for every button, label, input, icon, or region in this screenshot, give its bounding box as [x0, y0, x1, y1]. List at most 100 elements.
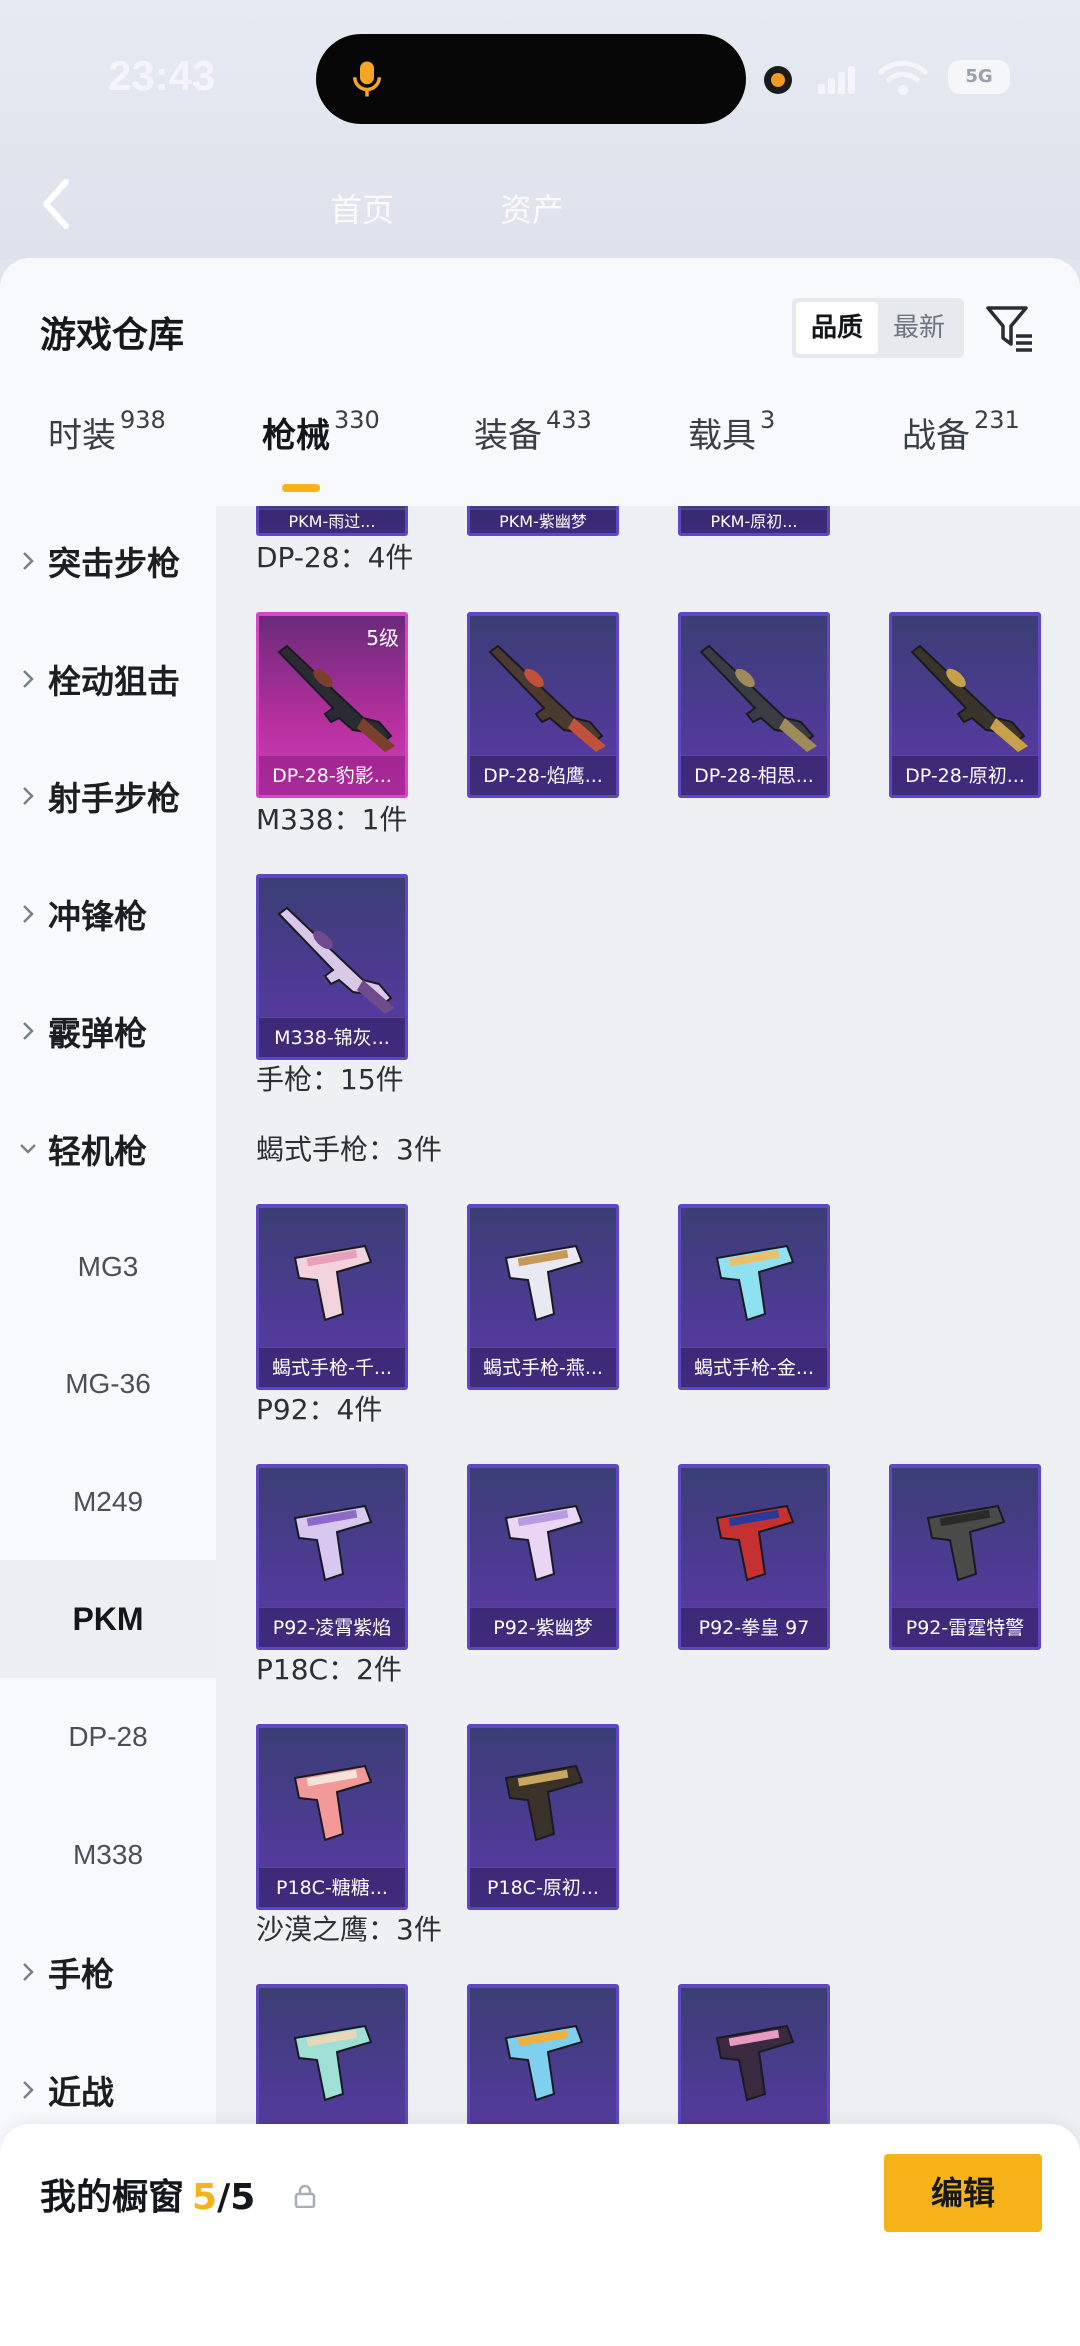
chevron-right-icon	[23, 787, 34, 806]
status-bar: 23:43 5G 首页 资产	[0, 0, 1080, 260]
showcase-label: 我的橱窗	[40, 2177, 185, 2218]
tab-label: 时装	[48, 416, 116, 456]
filter-icon[interactable]	[984, 302, 1036, 354]
weapon-card[interactable]: P92-紫幽梦	[467, 1464, 619, 1650]
weapon-card-name: M338-锦灰...	[259, 1017, 405, 1057]
tab-count: 433	[546, 406, 592, 434]
back-arrow-icon[interactable]	[36, 176, 76, 232]
tab-count: 938	[120, 406, 166, 434]
wifi-icon	[878, 60, 928, 95]
category-tabs: 时装 938 枪械 330 装备 433 载具 3 战备 231	[0, 406, 1080, 498]
sheet-title: 游戏仓库	[40, 315, 185, 356]
sidebar-item-label: MG-36	[65, 1368, 151, 1400]
weapon-card[interactable]: 蝎式手枪-千...	[256, 1204, 408, 1390]
showcase-separator: /	[217, 2177, 231, 2218]
weapon-card-name: DP-28-原初...	[892, 755, 1038, 795]
tab-supplies[interactable]: 战备 231	[902, 406, 1020, 498]
signal-icon	[818, 66, 855, 94]
weapon-card[interactable]: 5级 DP-28-豹影...	[256, 612, 408, 798]
weapon-card[interactable]: P92-凌霄紫焰	[256, 1464, 408, 1650]
tab-vehicles[interactable]: 载具 3	[688, 406, 775, 498]
pistol-image	[504, 2024, 584, 2102]
tab-count: 330	[334, 406, 380, 434]
chevron-right-icon	[23, 904, 34, 923]
sidebar-item-label: 霰弹枪	[48, 1014, 147, 1054]
weapon-card[interactable]: 蝎式手枪-金...	[678, 1204, 830, 1390]
weapon-card-name: P92-雷霆特警	[892, 1607, 1038, 1647]
weapon-level-badge: 5级	[366, 626, 399, 650]
sidebar-item-label: DP-28	[68, 1721, 148, 1752]
edit-button[interactable]: 编辑	[884, 2154, 1042, 2232]
sidebar-category[interactable]: 射手步枪	[0, 737, 216, 855]
tab-label: 枪械	[262, 416, 330, 456]
microphone-icon	[353, 61, 381, 97]
warehouse-sheet: 游戏仓库 品质 最新 时装 938 枪械 330 装备 433 载具 3 战备 231 突…	[0, 258, 1080, 2346]
weapon-card[interactable]: P92-雷霆特警	[889, 1464, 1041, 1650]
weapon-card-name: P92-凌霄紫焰	[259, 1607, 405, 1647]
sidebar-item-label: 栓动狙击	[48, 661, 180, 701]
sheet-header: 游戏仓库 品质 最新 时装 938 枪械 330 装备 433 载具 3 战备 231	[0, 258, 1080, 506]
sidebar-subitem[interactable]: M249	[0, 1443, 216, 1561]
weapon-card[interactable]: PKM-紫幽梦	[467, 506, 619, 536]
background-nav-item: 首页	[330, 191, 395, 229]
weapon-card[interactable]: PKM-原初...	[678, 506, 830, 536]
sidebar-subitem[interactable]: M338	[0, 1796, 216, 1914]
sidebar-subitem[interactable]: PKM	[0, 1560, 216, 1679]
weapon-card[interactable]: PKM-雨过...	[256, 506, 408, 536]
pistol-image	[504, 1764, 584, 1842]
section-title: DP-28：4件	[256, 541, 414, 574]
weapon-card[interactable]: 蝎式手枪-燕...	[467, 1204, 619, 1390]
chevron-down-icon	[20, 1144, 36, 1154]
weapon-type-sidebar: 突击步枪 栓动狙击 射手步枪 冲锋枪 霰弹枪 轻机枪 MG3 MG-36 M249 PKM DP-2…	[0, 506, 216, 2346]
sidebar-category[interactable]: 轻机枪	[0, 1090, 216, 1208]
weapon-card[interactable]: M338-锦灰...	[256, 874, 408, 1060]
chevron-right-icon	[23, 1022, 34, 1041]
pistol-image	[293, 2024, 373, 2102]
tab-equipment[interactable]: 装备 433	[474, 406, 592, 498]
pistol-image	[715, 1244, 795, 1322]
tab-fashion[interactable]: 时装 938	[48, 406, 166, 498]
tab-firearms[interactable]: 枪械 330	[262, 406, 380, 498]
sidebar-item-label: M249	[72, 1485, 144, 1517]
active-tab-indicator	[282, 484, 320, 492]
pistol-image	[293, 1764, 373, 1842]
sidebar-item-label: MG3	[77, 1250, 139, 1282]
sidebar-item-label: 冲锋枪	[48, 896, 147, 936]
status-time: 23:43	[108, 52, 216, 99]
sidebar-category[interactable]: 手枪	[0, 1913, 216, 2031]
showcase-total: 5	[230, 2177, 256, 2218]
pistol-image	[715, 1504, 795, 1582]
weapon-card-name: 蝎式手枪-金...	[681, 1347, 827, 1387]
sidebar-subitem[interactable]: MG-36	[0, 1325, 216, 1443]
sort-option-quality[interactable]: 品质	[796, 302, 878, 354]
lock-icon	[294, 2184, 316, 2208]
weapon-card[interactable]: P18C-原初...	[467, 1724, 619, 1910]
section-title: 沙漠之鹰：3件	[256, 1913, 442, 1946]
tab-label: 战备	[902, 416, 970, 456]
rifle-image	[277, 906, 395, 1014]
pistol-image	[293, 1504, 373, 1582]
weapon-card[interactable]: DP-28-焰鹰...	[467, 612, 619, 798]
weapon-card[interactable]: P92-拳皇 97	[678, 1464, 830, 1650]
sort-option-latest[interactable]: 最新	[878, 302, 960, 354]
tab-label: 载具	[688, 416, 756, 456]
pistol-image	[715, 2024, 795, 2102]
weapon-card[interactable]: DP-28-原初...	[889, 612, 1041, 798]
sidebar-category[interactable]: 冲锋枪	[0, 855, 216, 973]
sidebar-category[interactable]: 霰弹枪	[0, 972, 216, 1090]
weapon-card[interactable]: P18C-糖糖...	[256, 1724, 408, 1910]
weapon-card[interactable]: DP-28-相思...	[678, 612, 830, 798]
sidebar-category[interactable]: 栓动狙击	[0, 620, 216, 738]
rifle-image	[488, 644, 606, 752]
pistol-image	[926, 1504, 1006, 1582]
weapon-card-name: PKM-紫幽梦	[470, 509, 616, 533]
rifle-image	[699, 644, 817, 752]
showcase-title: 我的橱窗 5/5	[40, 2168, 255, 2220]
sidebar-subitem[interactable]: MG3	[0, 1208, 216, 1326]
sidebar-item-label: M338	[72, 1838, 144, 1870]
showcase-current: 5	[192, 2177, 218, 2218]
weapon-card-name: 蝎式手枪-燕...	[470, 1347, 616, 1387]
sidebar-category[interactable]: 突击步枪	[0, 502, 216, 620]
sidebar-subitem[interactable]: DP-28	[0, 1678, 216, 1796]
recording-indicator	[764, 66, 792, 94]
